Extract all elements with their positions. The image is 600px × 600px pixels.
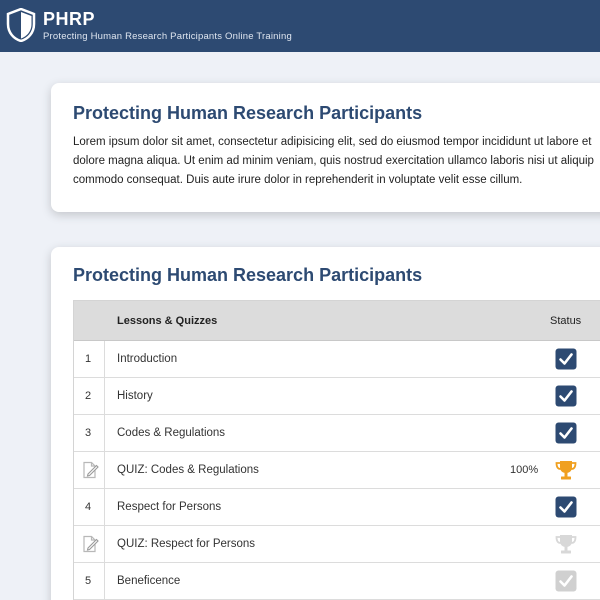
header-num-cell	[74, 301, 105, 341]
lesson-number: 1	[85, 353, 92, 365]
lesson-number: 2	[85, 390, 92, 402]
quiz-row[interactable]: QUIZ: Respect for Persons	[74, 526, 600, 563]
lesson-number: 5	[85, 575, 92, 587]
shield-icon	[6, 8, 36, 42]
intro-title: Protecting Human Research Participants	[73, 103, 423, 123]
column-header-status: Status	[550, 315, 582, 327]
trophy-icon[interactable]	[555, 459, 577, 481]
row-number-cell: 1	[74, 341, 105, 377]
row-number-cell	[74, 526, 105, 562]
top-header: PHRP Protecting Human Research Participa…	[0, 0, 600, 52]
row-number-cell: 3	[74, 415, 105, 451]
lesson-row[interactable]: 4 Respect for Persons	[74, 489, 600, 526]
quiz-edit-icon	[81, 535, 99, 553]
row-number-cell: 4	[74, 489, 105, 525]
row-label[interactable]: Beneficence	[117, 575, 180, 587]
intro-line: commodo consequat. Duis aute irure dolor…	[73, 174, 523, 186]
intro-card: Protecting Human Research Participants L…	[51, 83, 600, 212]
row-number-cell: 5	[74, 563, 105, 599]
checkbox-checked-icon[interactable]	[555, 496, 577, 518]
lesson-row[interactable]: 3 Codes & Regulations	[74, 415, 600, 452]
row-label[interactable]: History	[117, 390, 153, 402]
lessons-title: Protecting Human Research Participants	[73, 265, 423, 285]
lesson-number: 3	[85, 427, 92, 439]
row-label[interactable]: QUIZ: Respect for Persons	[117, 538, 255, 550]
checkbox-disabled-icon	[555, 570, 577, 592]
intro-text: Lorem ipsum dolor sit amet, consectetur …	[73, 133, 600, 190]
row-label[interactable]: QUIZ: Codes & Regulations	[117, 464, 259, 476]
table-header: Lessons & Quizzes Status	[74, 301, 600, 341]
lesson-row[interactable]: 5 Beneficence	[74, 563, 600, 600]
checkbox-checked-icon[interactable]	[555, 385, 577, 407]
row-number-cell	[74, 452, 105, 488]
quiz-row[interactable]: QUIZ: Codes & Regulations 100%	[74, 452, 600, 489]
checkbox-checked-icon[interactable]	[555, 422, 577, 444]
row-number-cell: 2	[74, 378, 105, 414]
lesson-row[interactable]: 2 History	[74, 378, 600, 415]
intro-line: dolore magna aliqua. Ut enim ad minim ve…	[73, 155, 594, 167]
row-label[interactable]: Introduction	[117, 353, 177, 365]
quiz-score: 100%	[510, 464, 539, 476]
quiz-edit-icon	[81, 461, 99, 479]
trophy-outline-icon	[555, 533, 577, 555]
lesson-row[interactable]: 1 Introduction	[74, 341, 600, 378]
column-header-lessons: Lessons & Quizzes	[117, 315, 218, 327]
brand-subtitle: Protecting Human Research Participants O…	[43, 31, 292, 42]
checkbox-checked-icon[interactable]	[555, 348, 577, 370]
brand-name[interactable]: PHRP	[43, 9, 95, 30]
row-label[interactable]: Codes & Regulations	[117, 427, 225, 439]
lesson-number: 4	[85, 501, 92, 513]
row-label[interactable]: Respect for Persons	[117, 501, 221, 513]
lessons-table: Lessons & Quizzes Status 1 Introduction …	[73, 300, 600, 600]
lessons-card: Protecting Human Research Participants L…	[51, 247, 600, 600]
intro-line: Lorem ipsum dolor sit amet, consectetur …	[73, 136, 592, 148]
